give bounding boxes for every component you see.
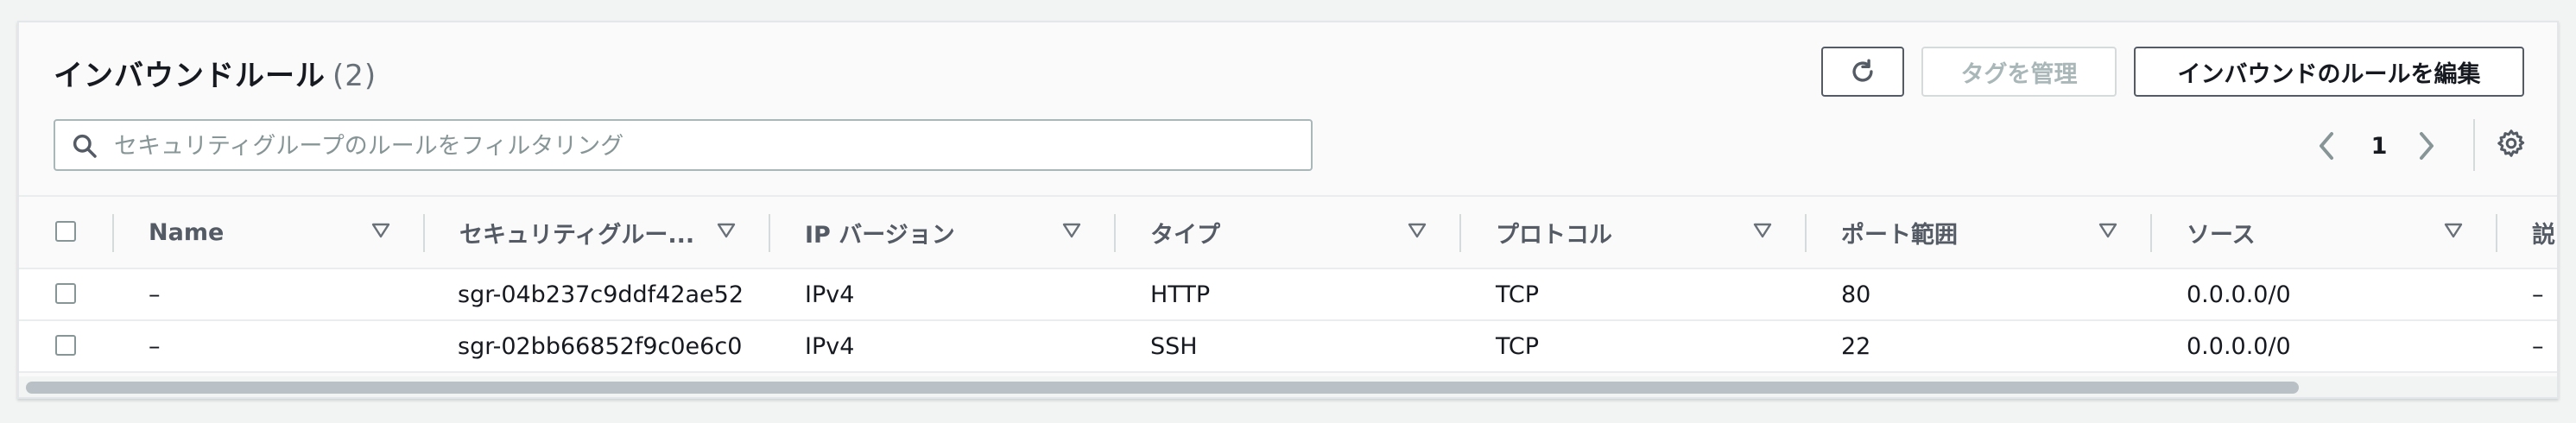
row-checkbox[interactable] xyxy=(55,335,76,356)
sort-icon[interactable] xyxy=(371,223,390,238)
previous-page-button[interactable] xyxy=(2316,124,2337,167)
cell-description: – xyxy=(2532,281,2544,308)
column-header-port-range[interactable]: ポート範囲 xyxy=(1841,197,1958,268)
column-header-protocol[interactable]: プロトコル xyxy=(1496,197,1612,268)
cell-security-group-rule: sgr-04b237c9ddf42ae52 xyxy=(458,281,744,308)
sort-icon[interactable] xyxy=(717,223,736,238)
column-header-description[interactable]: 説 xyxy=(2532,197,2555,268)
cell-ip-version: IPv4 xyxy=(805,332,855,360)
cell-port-range: 80 xyxy=(1841,281,1871,308)
column-header-name[interactable]: Name xyxy=(149,197,224,268)
cell-name: – xyxy=(149,281,161,308)
refresh-icon xyxy=(1852,59,1873,82)
table-row[interactable]: – sgr-04b237c9ddf42ae52 IPv4 HTTP TCP 80… xyxy=(19,269,2557,321)
column-header-security-group-rule[interactable]: セキュリティグルー... xyxy=(459,197,694,268)
sort-icon[interactable] xyxy=(1753,223,1772,238)
panel-title-text: インバウンドルール xyxy=(54,59,326,93)
cell-type: HTTP xyxy=(1150,281,1211,308)
column-divider xyxy=(1459,214,1461,252)
inbound-rules-panel: インバウンドルール(2) タグを管理 インバウンドのルールを編集 1 Name xyxy=(17,21,2559,399)
column-header-type[interactable]: タイプ xyxy=(1150,197,1220,268)
search-input[interactable] xyxy=(112,128,1290,164)
column-header-ip-version[interactable]: IP バージョン xyxy=(805,197,955,268)
refresh-button[interactable] xyxy=(1821,47,1904,97)
sort-icon[interactable] xyxy=(1062,223,1081,238)
cell-ip-version: IPv4 xyxy=(805,281,855,308)
column-divider xyxy=(1114,214,1116,252)
pagination-divider xyxy=(2473,119,2475,171)
horizontal-scrollbar[interactable] xyxy=(19,376,2557,397)
select-all-checkbox[interactable] xyxy=(55,221,76,242)
column-divider xyxy=(423,214,425,252)
chevron-right-icon xyxy=(2420,132,2434,160)
sort-icon[interactable] xyxy=(2444,223,2463,238)
column-header-source[interactable]: ソース xyxy=(2187,197,2256,268)
column-divider xyxy=(2496,214,2497,252)
cell-name: – xyxy=(149,332,161,360)
cell-protocol: TCP xyxy=(1496,281,1540,308)
page-number[interactable]: 1 xyxy=(2366,124,2392,167)
cell-port-range: 22 xyxy=(1841,332,1871,360)
row-checkbox[interactable] xyxy=(55,283,76,304)
column-divider xyxy=(2150,214,2152,252)
search-field[interactable] xyxy=(54,119,1313,171)
table-row[interactable]: – sgr-02bb66852f9c0e6c0 IPv4 SSH TCP 22 … xyxy=(19,321,2557,373)
column-divider xyxy=(1805,214,1807,252)
cell-protocol: TCP xyxy=(1496,332,1540,360)
cell-description: – xyxy=(2532,332,2544,360)
rule-count: (2) xyxy=(332,59,377,93)
column-divider xyxy=(112,214,114,252)
cell-security-group-rule: sgr-02bb66852f9c0e6c0 xyxy=(458,332,743,360)
next-page-button[interactable] xyxy=(2416,124,2437,167)
cell-source: 0.0.0.0/0 xyxy=(2187,332,2291,360)
manage-tags-button[interactable]: タグを管理 xyxy=(1921,47,2117,97)
chevron-left-icon xyxy=(2320,132,2333,160)
sort-icon[interactable] xyxy=(1408,223,1427,238)
scrollbar-thumb[interactable] xyxy=(26,382,2299,394)
cell-type: SSH xyxy=(1150,332,1198,360)
cell-source: 0.0.0.0/0 xyxy=(2187,281,2291,308)
table-header: Name セキュリティグルー... IP バージョン タイプ プロトコル ポート… xyxy=(19,195,2557,269)
column-divider xyxy=(769,214,770,252)
sort-icon[interactable] xyxy=(2098,223,2117,238)
search-icon xyxy=(73,134,97,158)
gear-icon[interactable] xyxy=(2496,128,2527,159)
panel-title: インバウンドルール (2) xyxy=(54,52,377,94)
edit-inbound-rules-button[interactable]: インバウンドのルールを編集 xyxy=(2134,47,2524,97)
